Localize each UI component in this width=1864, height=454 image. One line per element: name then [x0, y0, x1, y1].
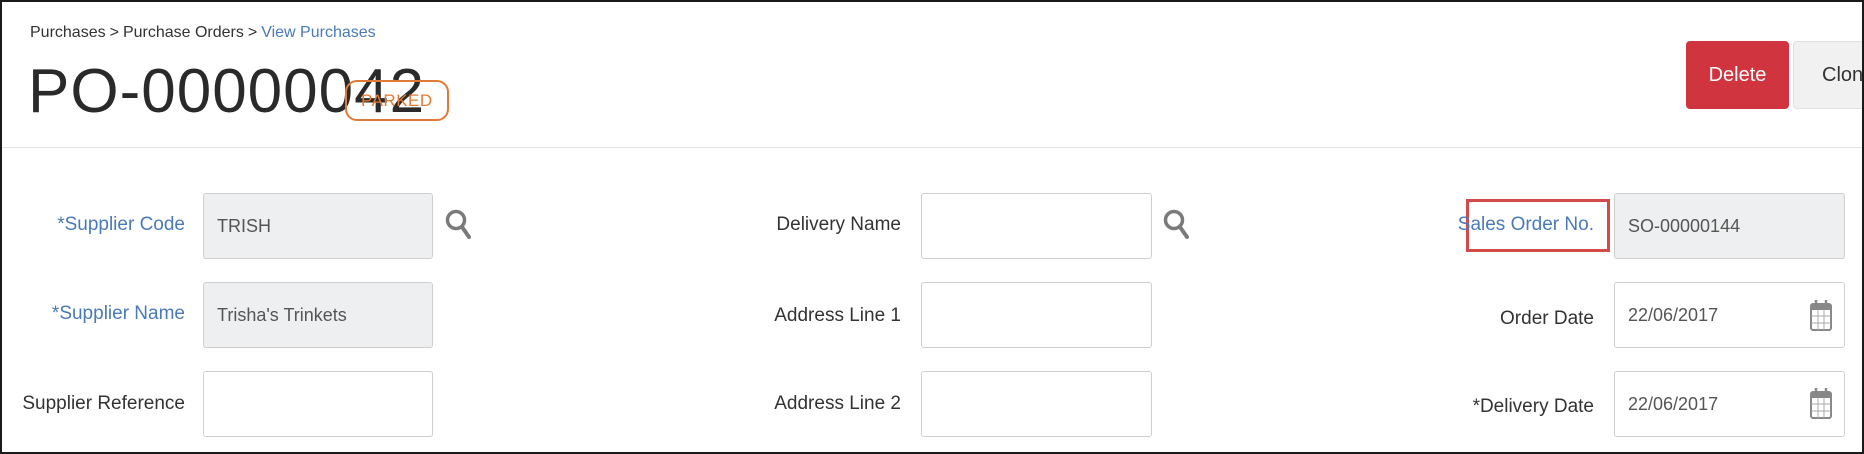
supplier-code-label: *Supplier Code	[57, 214, 185, 235]
address-line-1-label: Address Line 1	[774, 305, 901, 326]
search-icon[interactable]	[445, 209, 473, 246]
clone-button[interactable]: Clone	[1793, 41, 1862, 109]
delivery-name-field[interactable]	[921, 193, 1152, 259]
breadcrumb-purchases[interactable]: Purchases	[30, 24, 106, 41]
address-line-2-field[interactable]	[921, 371, 1152, 437]
supplier-reference-field[interactable]	[203, 371, 433, 437]
breadcrumb: Purchases > Purchase Orders > View Purchases	[30, 24, 376, 42]
supplier-name-label: *Supplier Name	[51, 303, 185, 324]
breadcrumb-separator: >	[109, 24, 119, 41]
breadcrumb-view-purchases[interactable]: View Purchases	[261, 24, 375, 41]
supplier-name-field[interactable]: Trisha's Trinkets	[203, 282, 433, 348]
calendar-icon[interactable]	[1809, 386, 1833, 425]
purchase-order-view: Purchases > Purchase Orders > View Purchases…	[0, 0, 1864, 454]
search-icon[interactable]	[1163, 209, 1191, 246]
header-divider	[2, 147, 1862, 148]
order-date-label: Order Date	[1500, 308, 1594, 329]
delivery-date-value: 22/06/2017	[1628, 394, 1719, 414]
delete-button[interactable]: Delete	[1686, 41, 1789, 109]
calendar-icon[interactable]	[1809, 298, 1833, 337]
breadcrumb-separator: >	[247, 24, 258, 41]
delivery-date-label: *Delivery Date	[1472, 396, 1594, 417]
status-badge: PARKED	[345, 80, 449, 121]
supplier-code-field[interactable]: TRISH	[203, 193, 433, 259]
breadcrumb-purchase-orders[interactable]: Purchase Orders	[123, 24, 244, 41]
address-line-1-field[interactable]	[921, 282, 1152, 348]
supplier-reference-label: Supplier Reference	[22, 393, 185, 414]
sales-order-no-field[interactable]: SO-00000144	[1614, 193, 1845, 259]
sales-order-no-label: Sales Order No.	[1457, 214, 1594, 235]
delivery-name-label: Delivery Name	[776, 214, 901, 235]
address-line-2-label: Address Line 2	[774, 393, 901, 414]
order-date-value: 22/06/2017	[1628, 305, 1719, 325]
